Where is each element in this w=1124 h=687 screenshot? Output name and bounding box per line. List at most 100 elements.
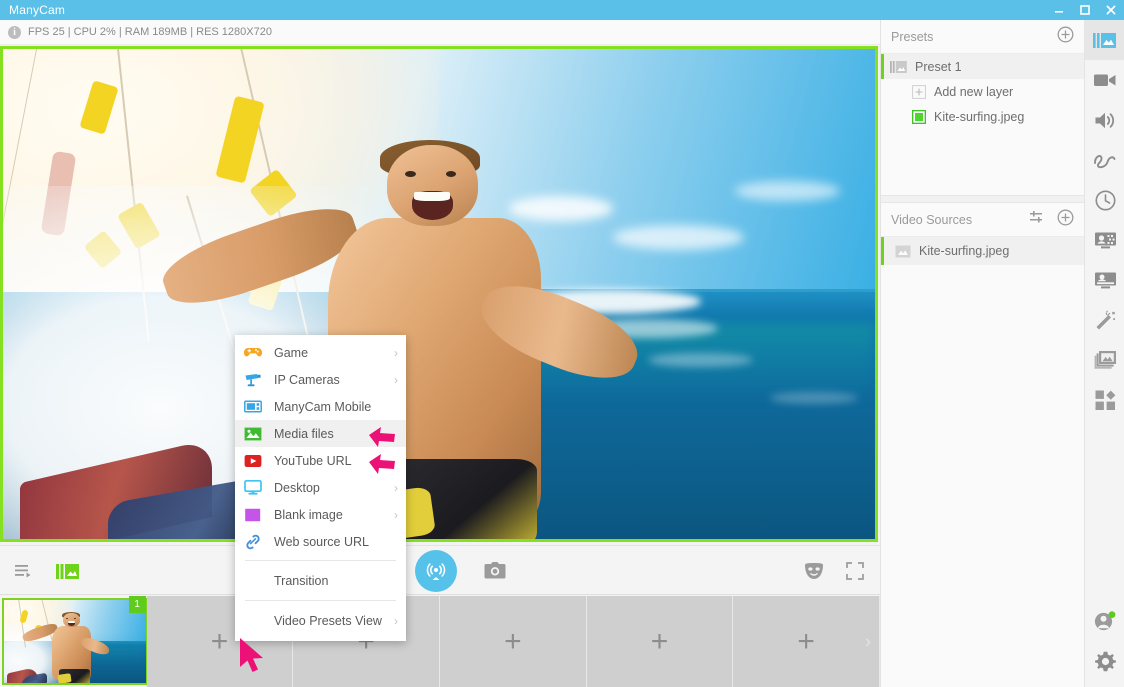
menu-label: Game	[274, 346, 394, 360]
manycam-window: ManyCam i FPS 25 | CPU 2% | RAM 189MB | …	[0, 0, 1124, 687]
presets-view-icon[interactable]	[56, 563, 79, 580]
video-source-row-kite-surfing[interactable]: Kite-surfing.jpeg	[881, 237, 1084, 265]
close-button[interactable]	[1098, 0, 1124, 20]
menu-label: Media files	[274, 427, 398, 441]
window-controls	[1046, 0, 1124, 20]
scheduler-icon[interactable]	[1085, 180, 1124, 220]
add-preset-button[interactable]	[1057, 26, 1074, 48]
menu-label: YouTube URL	[274, 454, 398, 468]
settings-gear-icon[interactable]	[1085, 641, 1124, 681]
video-presets-icon[interactable]	[1085, 20, 1124, 60]
menu-item-ip-cameras[interactable]: IP Cameras ›	[235, 366, 406, 393]
video-source-label: Kite-surfing.jpeg	[919, 244, 1009, 258]
status-bar: i FPS 25 | CPU 2% | RAM 189MB | RES 1280…	[0, 20, 880, 45]
menu-item-transition[interactable]: Transition	[235, 566, 406, 595]
menu-label: Web source URL	[274, 535, 398, 549]
menu-item-media-files[interactable]: Media files	[235, 420, 406, 447]
menu-label: Blank image	[274, 508, 394, 522]
menu-item-youtube-url[interactable]: YouTube URL	[235, 447, 406, 474]
add-new-layer-row[interactable]: Add new layer	[881, 79, 1084, 104]
video-sources-title: Video Sources	[891, 213, 1030, 227]
menu-separator-2	[245, 600, 396, 601]
effects-wand-icon[interactable]	[1085, 300, 1124, 340]
preset-icon	[890, 61, 907, 73]
chevron-right-icon: ›	[394, 508, 398, 522]
preset-thumb-5[interactable]: +	[587, 596, 734, 687]
kite-surfing-image	[3, 49, 875, 539]
presets-list: Preset 1 Add new layer K	[881, 54, 1084, 195]
preset-thumb-4[interactable]: +	[440, 596, 587, 687]
menu-label: ManyCam Mobile	[274, 400, 398, 414]
right-panel: Presets	[880, 20, 1084, 687]
chroma-key-icon[interactable]	[1085, 220, 1124, 260]
chevron-right-icon: ›	[394, 346, 398, 360]
menu-label: IP Cameras	[274, 373, 394, 387]
menu-item-video-presets-view[interactable]: Video Presets View ›	[235, 606, 406, 635]
layer-green-icon	[912, 110, 926, 124]
menu-item-manycam-mobile[interactable]: ManyCam Mobile	[235, 393, 406, 420]
preset-thumb-1[interactable]: 1	[0, 596, 147, 687]
broadcast-button[interactable]	[415, 550, 457, 592]
menu-item-game[interactable]: Game ›	[235, 339, 406, 366]
menu-item-blank-image[interactable]: Blank image ›	[235, 501, 406, 528]
menu-item-desktop[interactable]: Desktop ›	[235, 474, 406, 501]
mask-icon[interactable]	[804, 562, 824, 580]
chevron-right-icon: ›	[394, 373, 398, 387]
youtube-icon	[244, 452, 262, 470]
menu-item-web-source-url[interactable]: Web source URL	[235, 528, 406, 555]
add-preset-glyph: +	[651, 627, 669, 657]
gamepad-icon	[244, 344, 262, 362]
add-layer-icon	[912, 85, 926, 99]
thumb-badge: 1	[129, 596, 146, 613]
menu-label: Video Presets View	[274, 614, 394, 628]
layer-label: Kite-surfing.jpeg	[934, 110, 1024, 124]
video-stage	[0, 45, 880, 545]
video-sources-list: Kite-surfing.jpeg	[881, 237, 1084, 265]
playlist-icon[interactable]	[14, 563, 34, 579]
thumb-image	[2, 598, 148, 685]
image-icon	[895, 245, 911, 258]
backgrounds-icon[interactable]	[1085, 340, 1124, 380]
title-bar: ManyCam	[0, 0, 1124, 20]
mobile-icon	[244, 398, 262, 416]
rail-bottom-group	[1085, 601, 1124, 681]
maximize-button[interactable]	[1072, 0, 1098, 20]
add-video-source-context-menu: Game › IP Cameras ›	[235, 335, 406, 641]
draw-icon[interactable]	[1085, 140, 1124, 180]
panel-divider	[881, 195, 1084, 203]
next-presets-chevron-icon[interactable]: ›	[865, 631, 871, 652]
audio-icon[interactable]	[1085, 100, 1124, 140]
add-preset-glyph: +	[211, 627, 229, 657]
chevron-right-icon: ›	[394, 481, 398, 495]
add-preset-glyph: +	[797, 627, 815, 657]
chevron-right-icon: ›	[394, 614, 398, 628]
video-preview[interactable]	[0, 46, 878, 542]
snapshot-button[interactable]	[483, 561, 507, 581]
account-icon[interactable]	[1085, 601, 1124, 641]
blank-image-icon	[244, 506, 262, 524]
link-icon	[244, 533, 262, 551]
menu-label: Desktop	[274, 481, 394, 495]
main-toolbar	[0, 545, 880, 595]
right-icon-rail	[1084, 20, 1124, 687]
lower-third-icon[interactable]	[1085, 260, 1124, 300]
fullscreen-icon[interactable]	[846, 562, 864, 580]
extensions-icon[interactable]	[1085, 380, 1124, 420]
video-sources-settings-icon[interactable]	[1030, 210, 1048, 229]
layer-row-kite-surfing[interactable]: Kite-surfing.jpeg	[881, 104, 1084, 129]
preset-row-1[interactable]: Preset 1	[881, 54, 1084, 79]
presets-panel-header: Presets	[881, 20, 1084, 54]
add-new-layer-label: Add new layer	[934, 85, 1013, 99]
ip-camera-icon	[244, 371, 262, 389]
info-icon: i	[8, 26, 21, 39]
add-video-source-button[interactable]	[1057, 209, 1074, 231]
preset-thumb-6[interactable]: + ›	[733, 596, 880, 687]
video-recording-icon[interactable]	[1085, 60, 1124, 100]
status-text: FPS 25 | CPU 2% | RAM 189MB | RES 1280X7…	[28, 26, 272, 38]
menu-separator-1	[245, 560, 396, 561]
preset-thumbnail-strip: 1	[0, 596, 880, 687]
menu-label: Transition	[274, 574, 398, 588]
preset-label: Preset 1	[915, 60, 962, 74]
minimize-button[interactable]	[1046, 0, 1072, 20]
presets-title: Presets	[891, 30, 1057, 44]
